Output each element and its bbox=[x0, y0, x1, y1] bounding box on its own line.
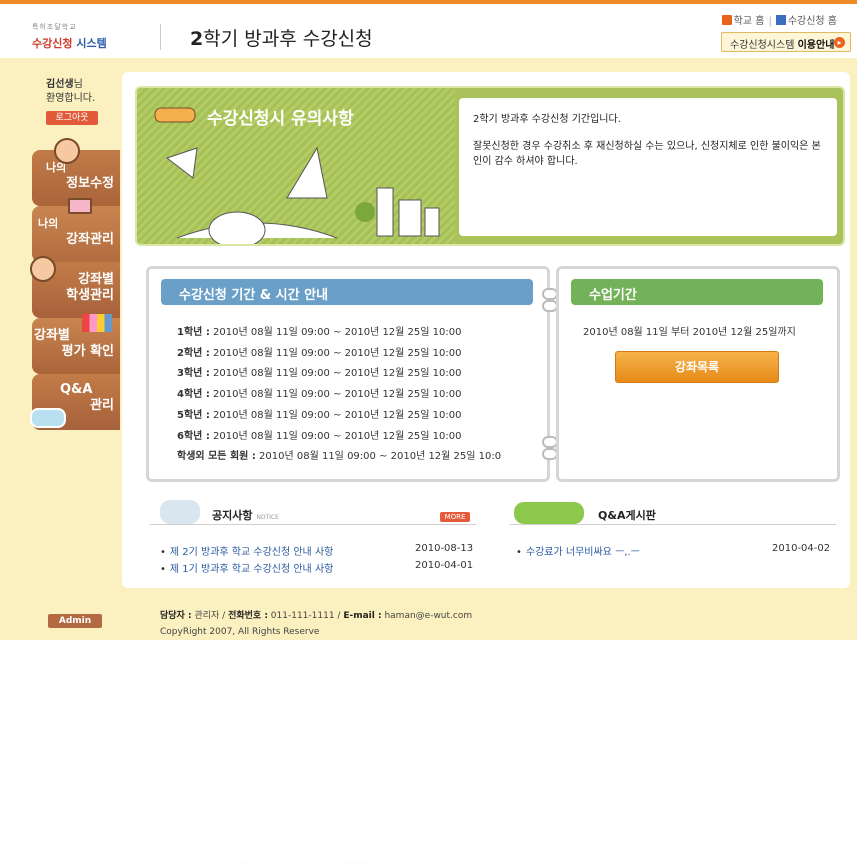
notice-board-title: 공지사항 NOTICE bbox=[212, 509, 279, 522]
logo-main-text: 수강신청 시스템 bbox=[32, 37, 107, 50]
list-item-date: 2010-08-13 bbox=[415, 543, 474, 554]
grade-row: 5학년 : 2010년 08월 11일 09:00 ~ 2010년 12월 25… bbox=[177, 409, 462, 421]
pencil-icon bbox=[775, 15, 786, 25]
greeting: 김선생님 환영합니다. bbox=[46, 79, 96, 104]
sidebar-item-my-courses[interactable]: 나의 강좌관리 bbox=[32, 198, 120, 262]
top-links: 학교 홈 | 수강신청 홈 bbox=[721, 12, 837, 27]
books-icon bbox=[82, 314, 112, 332]
grade-row: 1학년 : 2010년 08월 11일 09:00 ~ 2010년 12월 25… bbox=[177, 327, 462, 338]
logo-small-text: 특허조달학교 bbox=[32, 23, 77, 31]
cups-icon bbox=[30, 408, 66, 428]
grade-row: 2학년 : 2010년 08월 11일 09:00 ~ 2010년 12월 25… bbox=[177, 347, 462, 359]
header-divider bbox=[160, 24, 161, 50]
grade-row: 3학년 : 2010년 08월 11일 09:00 ~ 2010년 12월 25… bbox=[177, 368, 462, 380]
class-period-text: 2010년 08월 11일 부터 2010년 12월 25일까지 bbox=[583, 327, 796, 338]
boy-face-icon bbox=[54, 138, 80, 164]
laptop-icon bbox=[68, 198, 92, 214]
grade-row: 6학년 : 2010년 08월 11일 09:00 ~ 2010년 12월 25… bbox=[177, 430, 462, 442]
list-item[interactable]: • 제 2기 방과후 학교 수강신청 안내 사항 bbox=[160, 543, 333, 558]
course-list-button[interactable]: 강좌목록 bbox=[615, 351, 779, 383]
girl-face-icon bbox=[30, 256, 56, 282]
logo[interactable]: 특허조달학교 수강신청 시스템 bbox=[32, 22, 132, 52]
notice-banner: 수강신청시 유의사항 2학기 방과후 수강신청 기간입니다. 잘못신청한 경우 … bbox=[135, 86, 845, 246]
list-item-date: 2010-04-01 bbox=[415, 560, 474, 571]
qa-board-title: Q&A게시판 bbox=[598, 509, 656, 522]
list-item-date: 2010-04-02 bbox=[772, 543, 831, 554]
course-home-link[interactable]: 수강신청 홈 bbox=[788, 16, 837, 27]
arrow-right-icon: ▸ bbox=[834, 37, 845, 48]
notice-title: 수강신청시 유의사항 bbox=[207, 109, 354, 129]
list-item[interactable]: • 제 1기 방과후 학교 수강신청 안내 사항 bbox=[160, 560, 333, 575]
sidebar-item-student-management[interactable]: 강좌별 학생관리 bbox=[30, 256, 120, 318]
reflection-fade bbox=[0, 640, 857, 868]
divider bbox=[510, 524, 836, 525]
list-item[interactable]: • 수강료가 너무비싸요 ㅡ,.ㅡ bbox=[516, 543, 640, 558]
footer: 담당자 : 관리자 / 전화번호 : 011-111-1111 / E-mail… bbox=[160, 611, 473, 637]
usage-guide-button[interactable]: 수강신청시스템 이용안내 ▸ bbox=[721, 32, 851, 52]
sidebar-item-evaluation[interactable]: 강좌별 평가 확인 bbox=[32, 314, 120, 374]
grade-row: 학생외 모든 회원 : 2010년 08월 11일 09:00 ~ 2010년 … bbox=[177, 451, 502, 463]
notice-text: 2학기 방과후 수강신청 기간입니다. 잘못신청한 경우 수강취소 후 재신청하… bbox=[459, 98, 837, 236]
admin-button[interactable]: Admin bbox=[48, 614, 102, 628]
more-button[interactable]: MORE bbox=[440, 512, 470, 522]
class-period-panel: 수업기간 2010년 08월 11일 부터 2010년 12월 25일까지 강좌… bbox=[556, 266, 840, 482]
sidebar-item-qa[interactable]: Q&A 관리 bbox=[30, 374, 120, 430]
sidebar: 김선생님 환영합니다. 로그아웃 나의 정보수정 나의 강좌관리 강좌별 학생관리… bbox=[0, 58, 120, 640]
registration-period-title: 수강신청 기간 & 시간 안내 bbox=[161, 279, 533, 305]
divider bbox=[150, 524, 476, 525]
notice-board-icon bbox=[160, 500, 200, 524]
qa-board-icon bbox=[514, 502, 584, 524]
logout-button[interactable]: 로그아웃 bbox=[46, 111, 98, 125]
grade-schedule-list: 1학년 : 2010년 08월 11일 09:00 ~ 2010년 12월 25… bbox=[177, 323, 501, 468]
school-home-link[interactable]: 학교 홈 bbox=[734, 16, 765, 27]
home-icon bbox=[721, 15, 732, 25]
registration-period-panel: 수강신청 기간 & 시간 안내 1학년 : 2010년 08월 11일 09:0… bbox=[146, 266, 550, 482]
class-period-title: 수업기간 bbox=[571, 279, 823, 305]
grade-row: 4학년 : 2010년 08월 11일 09:00 ~ 2010년 12월 25… bbox=[177, 389, 462, 401]
page-title: 2학기 방과후 수강신청 bbox=[190, 28, 373, 50]
header: 특허조달학교 수강신청 시스템 2학기 방과후 수강신청 학교 홈 | 수강신청 홈… bbox=[0, 4, 857, 58]
